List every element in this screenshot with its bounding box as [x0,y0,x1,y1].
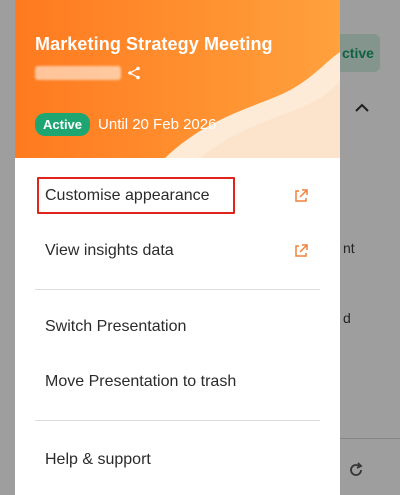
presentation-title: Marketing Strategy Meeting [35,34,273,54]
menu-item-view-insights[interactable]: View insights data [15,229,340,273]
external-link-icon [295,189,308,202]
status-badge: Active [35,113,91,136]
presentation-menu-drawer: Marketing Strategy Meeting Active Until … [15,0,340,495]
presentation-header: Marketing Strategy Meeting Active Until … [15,0,340,158]
menu-item-help-support[interactable]: Help & support [15,438,340,482]
menu-item-move-to-trash[interactable]: Move Presentation to trash [15,360,340,404]
menu-item-switch-presentation[interactable]: Switch Presentation [15,305,340,349]
highlight-box [37,177,235,214]
valid-until-text: Until 20 Feb 2026 [98,116,217,133]
divider [35,289,320,290]
external-link-icon [295,244,308,257]
menu-item-label: Move Presentation to trash [45,373,237,390]
status-row: Active Until 20 Feb 2026 [35,113,216,136]
menu-item-label: View insights data [45,242,174,259]
share-icon[interactable] [127,66,141,80]
menu-item-label: Switch Presentation [45,318,187,335]
divider [35,420,320,421]
owner-row [35,66,141,80]
redacted-owner-name [35,66,121,80]
menu-item-label: Help & support [45,451,151,468]
